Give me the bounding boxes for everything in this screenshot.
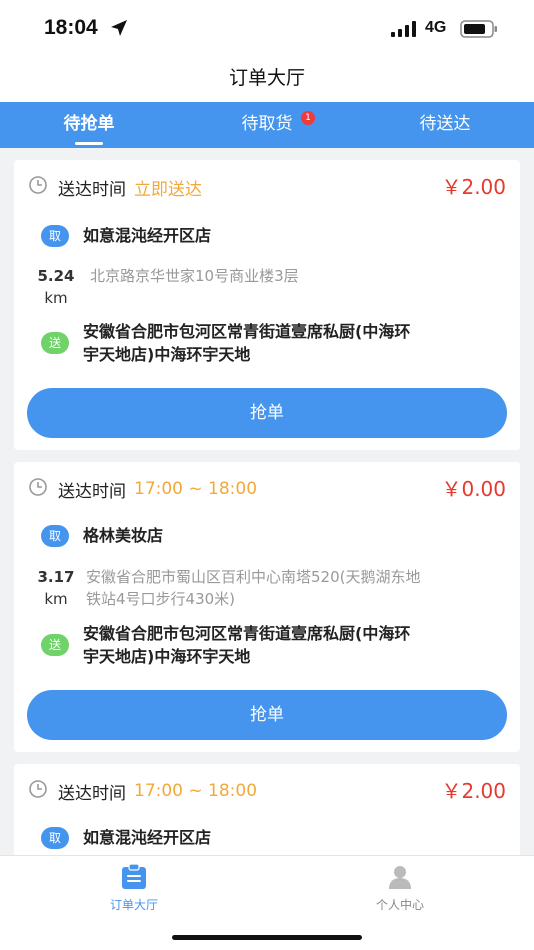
home-indicator [172,935,362,940]
delivery-time-label: 送达时间 [58,481,126,502]
pickup-address-line: 铁站4号口步行430米) [86,590,236,608]
distance-unit: km [44,289,68,307]
delivery-address-line: 安徽省合肥市包河区常青街道壹席私厨(中海环 [83,322,411,341]
bottom-tab-label: 个人中心 [375,898,424,912]
delivery-address: 安徽省合肥市包河区常青街道壹席私厨(中海环 宇天地店)中海环宇天地 [83,320,483,366]
tab-pending-grab[interactable]: 待抢单 [0,102,178,148]
delivery-tag: 送 [41,332,69,354]
pickup-tag: 取 [41,525,69,547]
bottom-tab-profile[interactable]: 个人中心 [340,864,460,913]
distance-value: 3.17 [37,568,75,586]
bottom-tab-order-hall[interactable]: 订单大厅 [74,863,194,913]
page-title: 订单大厅 [228,67,305,89]
shop-name: 如意混沌经开区店 [83,226,212,245]
shop-name: 格林美妆店 [83,526,164,545]
location-arrow-icon [110,19,128,41]
delivery-time-label: 送达时间 [58,179,126,200]
battery-icon [460,20,498,42]
pickup-address-line: 安徽省合肥市蜀山区百利中心南塔520(天鹅湖东地 [86,568,421,586]
distance: 5.24 km [36,265,76,309]
delivery-time-value: 17:00 ~ 18:00 [134,479,258,499]
pickup-address: 北京路京华世家10号商业楼3层 [90,265,490,287]
shop-name: 如意混沌经开区店 [83,828,212,847]
tab-badge: 1 [301,111,315,125]
delivery-time-value: 立即送达 [134,179,202,200]
distance-unit: km [44,590,68,608]
network-type: 4G [425,19,447,36]
order-list[interactable]: 送达时间 立即送达 ￥2.00 取 如意混沌经开区店 5.24 km 北京路京华… [0,148,534,855]
active-tab-indicator [75,142,103,145]
user-icon [387,866,413,894]
order-card: 送达时间 17:00 ~ 18:00 ￥0.00 取 格林美妆店 3.17 km… [14,462,520,752]
pickup-tag: 取 [41,827,69,849]
delivery-address-line: 宇天地店)中海环宇天地 [83,345,251,364]
order-card: 送达时间 立即送达 ￥2.00 取 如意混沌经开区店 5.24 km 北京路京华… [14,160,520,450]
order-price: ￥2.00 [441,779,506,803]
tab-pending-delivery[interactable]: 待送达 [356,102,534,148]
tab-label: 待取货 [241,114,293,134]
clock-icon [28,175,48,199]
grab-order-button[interactable]: 抢单 [27,388,507,438]
delivery-address-line: 宇天地店)中海环宇天地 [83,647,251,666]
status-bar: 18:04 4G [0,0,534,58]
cellular-signal-icon [391,21,417,41]
delivery-time-label: 送达时间 [58,783,126,804]
tab-label: 待送达 [419,114,471,134]
delivery-address-line: 安徽省合肥市包河区常青街道壹席私厨(中海环 [83,624,411,643]
order-card: 送达时间 17:00 ~ 18:00 ￥2.00 取 如意混沌经开区店 [14,764,520,855]
delivery-address: 安徽省合肥市包河区常青街道壹席私厨(中海环 宇天地店)中海环宇天地 [83,622,483,668]
distance-value: 5.24 [37,267,75,285]
nav-bar: 订单大厅 [0,58,534,102]
delivery-time-row: 送达时间 立即送达 [28,174,202,200]
pickup-address: 安徽省合肥市蜀山区百利中心南塔520(天鹅湖东地 铁站4号口步行430米) [86,566,486,610]
status-time: 18:04 [44,16,98,39]
pickup-address-text: 北京路京华世家10号商业楼3层 [90,267,299,285]
order-status-tabs: 待抢单 待取货 1 待送达 [0,102,534,148]
order-price: ￥0.00 [441,477,506,501]
order-price: ￥2.00 [441,175,506,199]
tab-pending-pickup[interactable]: 待取货 1 [178,102,356,148]
bottom-tab-label: 订单大厅 [109,898,158,912]
delivery-time-row: 送达时间 17:00 ~ 18:00 [28,476,257,502]
grab-order-button[interactable]: 抢单 [27,690,507,740]
delivery-time-row: 送达时间 17:00 ~ 18:00 [28,778,257,804]
clock-icon [28,779,48,803]
tab-label: 待抢单 [63,114,115,134]
clock-icon [28,477,48,501]
delivery-tag: 送 [41,634,69,656]
distance: 3.17 km [36,566,76,610]
pickup-tag: 取 [41,225,69,247]
order-list-icon [120,863,148,894]
delivery-time-value: 17:00 ~ 18:00 [134,781,258,801]
